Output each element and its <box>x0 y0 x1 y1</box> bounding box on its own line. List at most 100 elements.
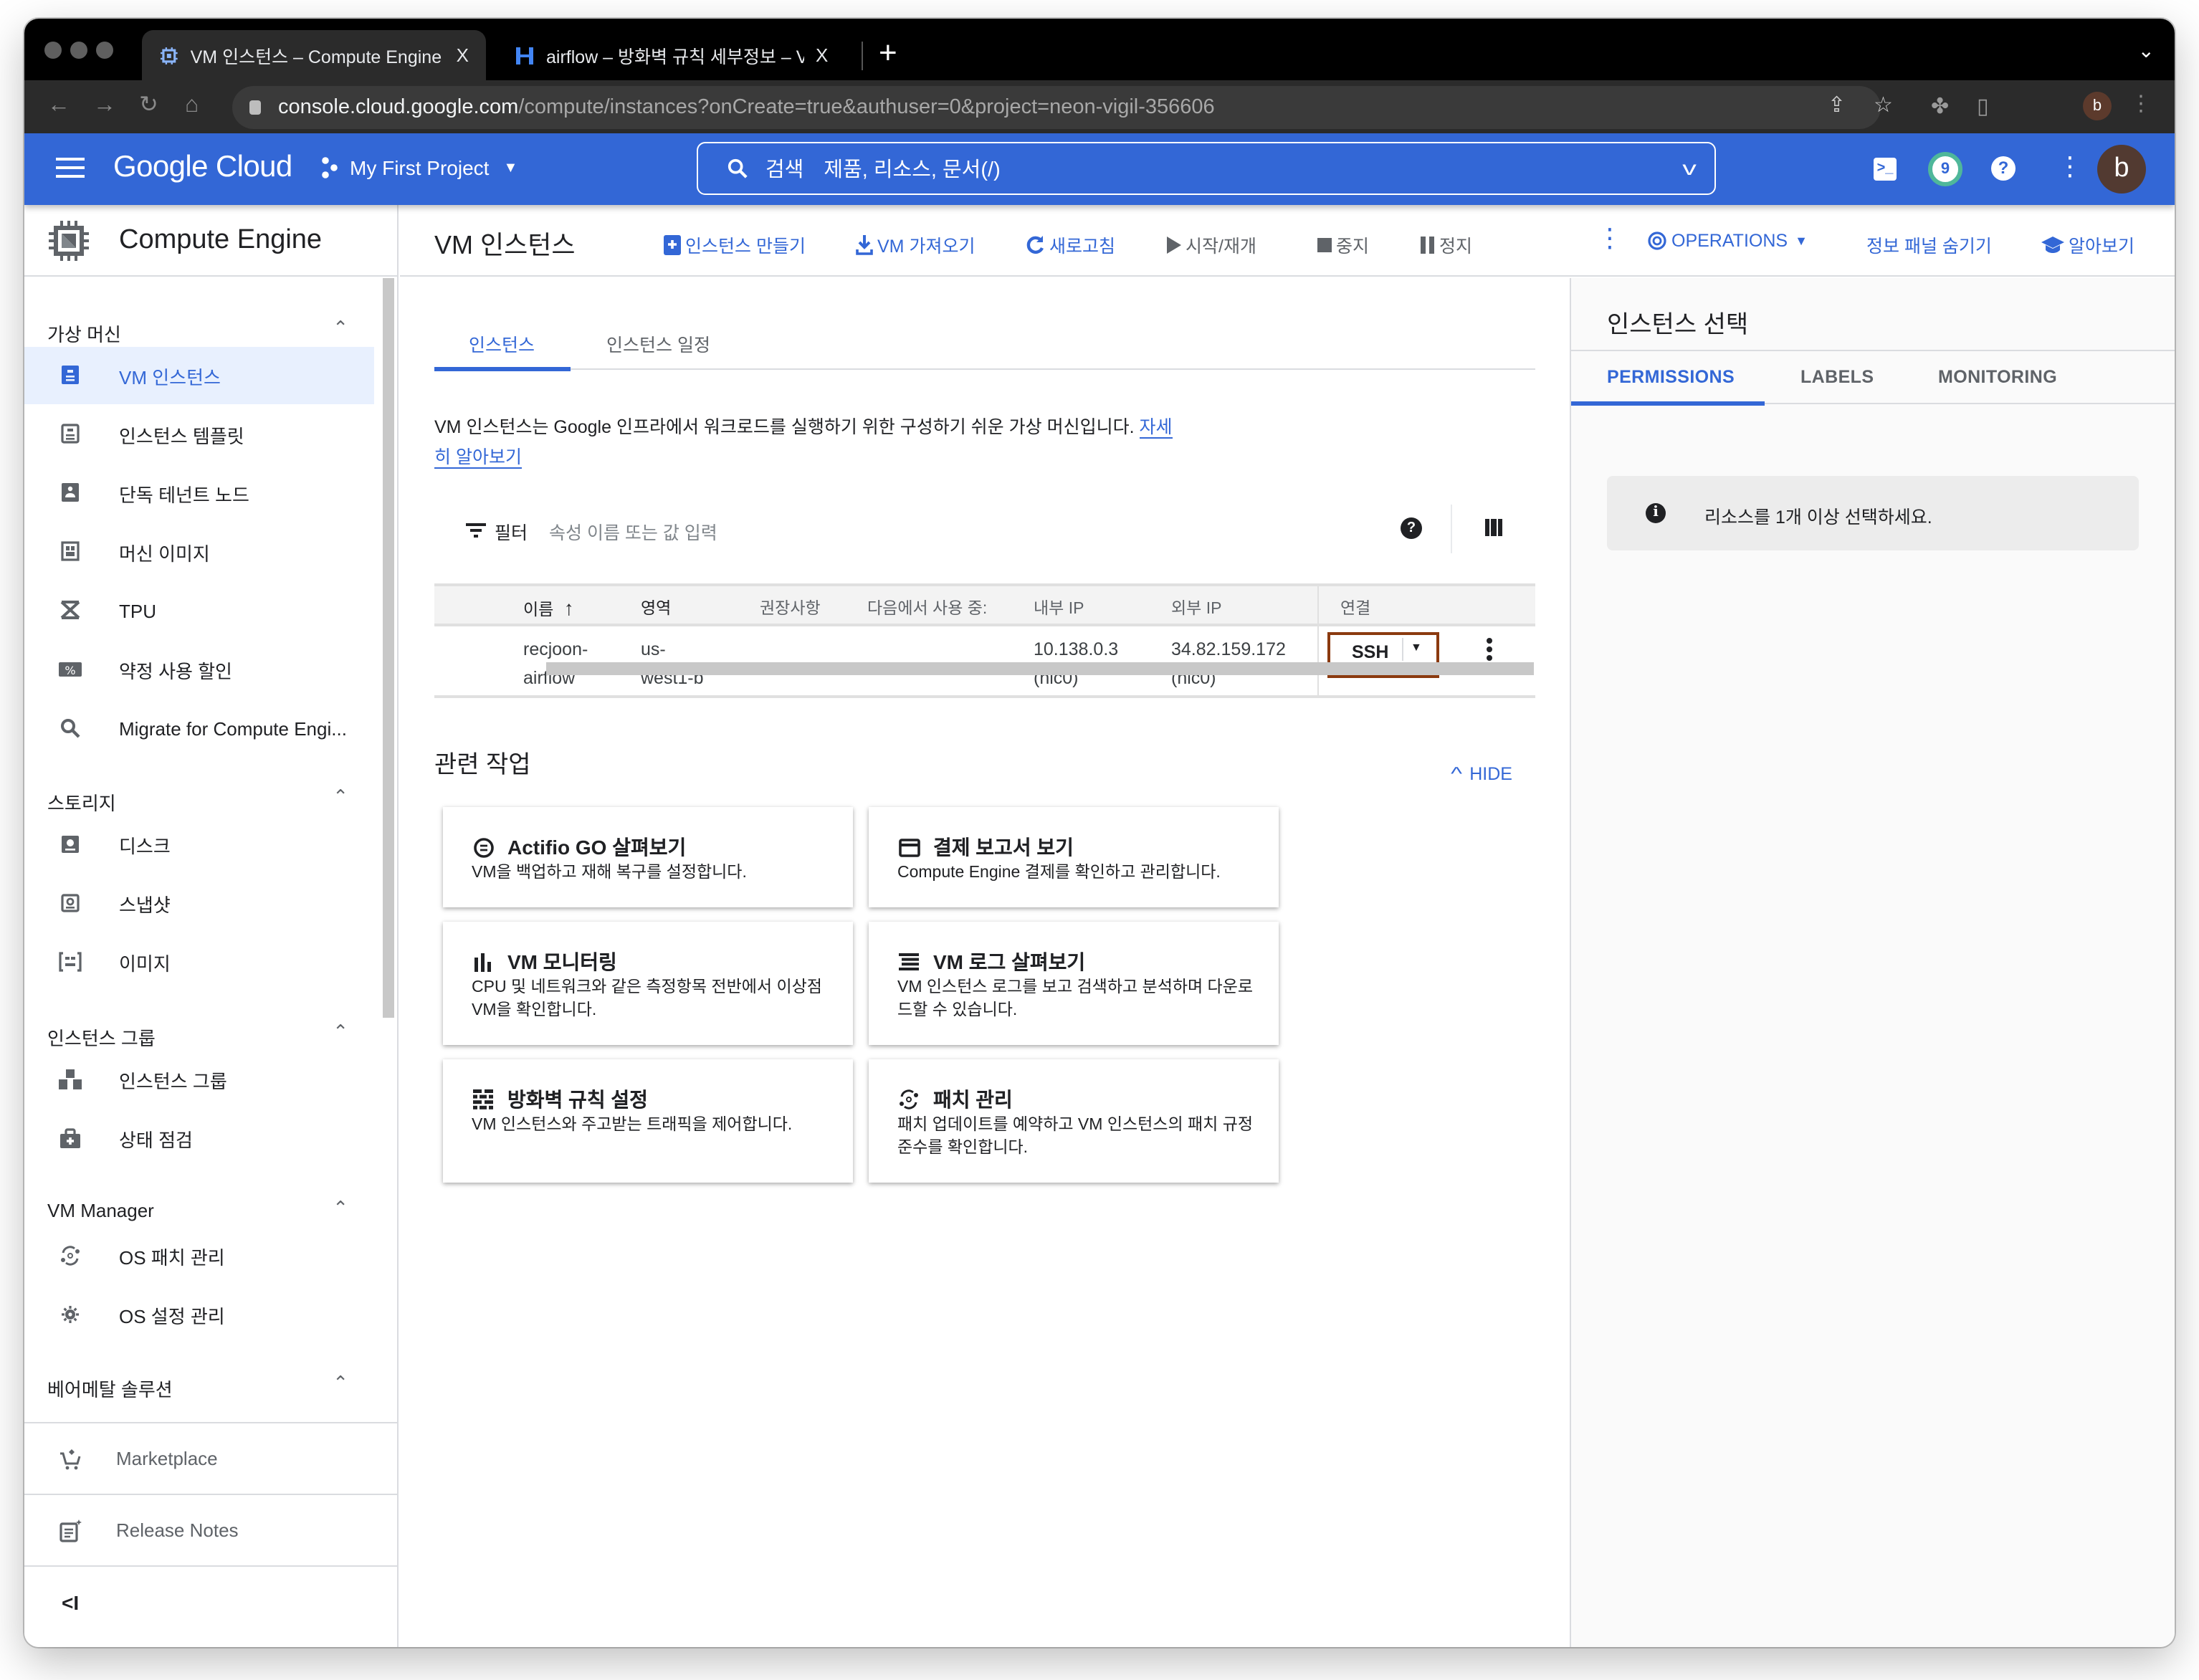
related-card-monitoring[interactable]: VM 모니터링 CPU 및 네트워크와 같은 측정항목 전반에서 이상점 VM을… <box>443 922 853 1045</box>
sidebar-item-snapshots[interactable]: 스냅샷 <box>24 874 374 932</box>
section-instance-groups[interactable]: 인스턴스 그룹 ⌃ <box>47 1021 348 1051</box>
main-menu-icon[interactable] <box>56 158 85 178</box>
related-card-billing[interactable]: 결제 보고서 보기 Compute Engine 결제를 확인하고 관리합니다. <box>869 807 1279 907</box>
address-bar[interactable]: console.cloud.google.com/compute/instanc… <box>232 86 1881 129</box>
suspend-button[interactable]: 정지 <box>1421 231 1472 258</box>
notifications-badge[interactable]: 9 <box>1928 152 1962 186</box>
learn-button[interactable]: 알아보기 <box>2041 231 2134 258</box>
row-actions-icon[interactable] <box>1487 638 1492 664</box>
column-display-options-icon[interactable] <box>1485 519 1502 536</box>
related-card-firewall[interactable]: 방화벽 규칙 설정 VM 인스턴스와 주고받는 트래픽을 제어합니다. <box>443 1059 853 1183</box>
browser-profile-avatar[interactable]: b <box>2083 92 2112 120</box>
sidebar-item-health-checks[interactable]: 상태 점검 <box>24 1109 374 1167</box>
sidebar-scrollbar[interactable] <box>383 278 394 1018</box>
tab-permissions[interactable]: PERMISSIONS <box>1607 367 1735 387</box>
maximize-window-button[interactable] <box>96 42 113 59</box>
import-vm-button[interactable]: VM 가져오기 <box>856 231 975 258</box>
chevron-up-icon[interactable]: ⌃ <box>333 1197 348 1220</box>
chevron-up-icon[interactable]: ⌃ <box>333 317 348 340</box>
table-horizontal-scrollbar[interactable] <box>546 662 1534 675</box>
product-title[interactable]: Compute Engine <box>24 205 397 277</box>
home-icon[interactable]: ⌂ <box>185 93 199 119</box>
column-header-in-use-by[interactable]: 다음에서 사용 중: <box>867 596 987 619</box>
chevron-up-icon[interactable]: ⌃ <box>333 1021 348 1044</box>
release-notes-link[interactable]: Release Notes <box>24 1494 399 1565</box>
tab-instances[interactable]: 인스턴스 <box>469 330 535 357</box>
learn-more-link[interactable]: 자세 <box>1139 417 1173 439</box>
sidebar-item-images[interactable]: 이미지 <box>24 933 374 991</box>
bookmark-star-icon[interactable]: ☆ <box>1874 92 1893 118</box>
related-card-actifio[interactable]: Actifio GO 살펴보기 VM을 백업하고 재해 복구를 설정합니다. <box>443 807 853 907</box>
sidebar-item-migrate-for-compute-engine[interactable]: Migrate for Compute Engi... <box>24 700 374 757</box>
side-panel-icon[interactable]: ▯ <box>1977 93 1989 119</box>
tab-instance-schedules[interactable]: 인스턴스 일정 <box>606 330 710 357</box>
chevron-up-icon[interactable]: ⌃ <box>333 1372 348 1395</box>
hide-info-panel-button[interactable]: 정보 패널 숨기기 <box>1866 231 1992 258</box>
settings-icon <box>59 1303 82 1326</box>
minimize-window-button[interactable] <box>70 42 87 59</box>
sidebar-item-sole-tenant-nodes[interactable]: 단독 테넌트 노드 <box>24 464 374 522</box>
section-bare-metal-solution[interactable]: 베어메탈 솔루션 ⌃ <box>47 1372 348 1402</box>
related-card-patch[interactable]: 패치 관리 패치 업데이트를 예약하고 VM 인스턴스의 패치 규정 준수를 확… <box>869 1059 1279 1183</box>
help-icon[interactable]: ? <box>1991 156 2016 181</box>
sort-ascending-icon[interactable]: ↑ <box>564 596 574 619</box>
chevron-up-icon[interactable]: ⌃ <box>333 786 348 808</box>
account-avatar[interactable]: b <box>2097 145 2146 194</box>
column-header-recommendations[interactable]: 권장사항 <box>760 596 821 619</box>
google-cloud-logo[interactable]: Google Cloud <box>113 151 292 185</box>
stop-button[interactable]: 중지 <box>1317 231 1369 258</box>
column-header-connect[interactable]: 연결 <box>1340 596 1370 619</box>
sidebar-item-os-config-management[interactable]: OS 설정 관리 <box>24 1286 374 1343</box>
sidebar-item-disks[interactable]: 디스크 <box>24 816 374 873</box>
create-instance-button[interactable]: 인스턴스 만들기 <box>664 231 806 258</box>
collapse-sidebar-button[interactable]: <I <box>24 1565 399 1637</box>
close-tab-icon[interactable]: X <box>816 44 828 66</box>
tab-labels[interactable]: LABELS <box>1800 367 1874 387</box>
hide-related-button[interactable]: ^ HIDE <box>1451 763 1512 784</box>
browser-tab-airflow[interactable]: airflow – 방화벽 규칙 세부정보 – V X <box>497 30 856 80</box>
close-tab-icon[interactable]: X <box>457 44 469 66</box>
browser-menu-icon[interactable]: ⋮ <box>2130 90 2152 116</box>
related-card-logs[interactable]: VM 로그 살펴보기 VM 인스턴스 로그를 보고 검색하고 분석하며 다운로드… <box>869 922 1279 1045</box>
filter-help-icon[interactable]: ? <box>1401 517 1422 539</box>
chevron-down-icon[interactable]: v <box>1682 156 1697 179</box>
sidebar-item-instance-groups[interactable]: 인스턴스 그룹 <box>24 1051 374 1108</box>
column-header-internal-ip[interactable]: 내부 IP <box>1034 596 1084 619</box>
operations-button[interactable]: OPERATIONS ▼ <box>1647 231 1808 251</box>
column-header-external-ip[interactable]: 외부 IP <box>1171 596 1221 619</box>
tab-search-button[interactable]: ⌄ <box>2138 39 2155 63</box>
column-header-name[interactable]: 이름 ↑ <box>523 596 574 621</box>
project-picker[interactable]: My First Project ▼ <box>320 156 517 179</box>
start-resume-button[interactable]: 시작/재개 <box>1167 231 1256 258</box>
refresh-button[interactable]: 새로고침 <box>1025 231 1115 258</box>
filter-input[interactable]: 속성 이름 또는 값 입력 <box>549 517 717 545</box>
more-options-icon[interactable]: ⋮ <box>2057 152 2083 181</box>
search-input[interactable]: 검색 제품, 리소스, 문서(/) v <box>697 142 1716 195</box>
extensions-icon[interactable]: ✤ <box>1931 93 1949 119</box>
learn-more-link-continued[interactable]: 히 알아보기 <box>434 447 522 469</box>
back-icon[interactable]: ← <box>47 93 70 119</box>
forward-icon[interactable]: → <box>93 93 116 119</box>
browser-tab-compute-engine[interactable]: VM 인스턴스 – Compute Engine X <box>142 30 486 80</box>
sidebar-item-tpu[interactable]: TPU <box>24 582 374 639</box>
sidebar-item-vm-instances[interactable]: VM 인스턴스 <box>24 347 374 404</box>
sidebar-item-instance-templates[interactable]: 인스턴스 템플릿 <box>24 406 374 463</box>
share-icon[interactable]: ⇪ <box>1828 92 1846 118</box>
column-header-zone[interactable]: 영역 <box>641 596 671 619</box>
new-tab-button[interactable]: + <box>879 35 897 70</box>
cloud-shell-icon[interactable]: >_ <box>1874 158 1897 181</box>
section-vm-manager[interactable]: VM Manager ⌃ <box>47 1197 348 1221</box>
tab-monitoring[interactable]: MONITORING <box>1938 367 2057 387</box>
more-actions-icon[interactable]: ⋮ <box>1597 224 1623 252</box>
section-storage[interactable]: 스토리지 ⌃ <box>47 786 348 816</box>
close-window-button[interactable] <box>44 42 62 59</box>
section-virtual-machines[interactable]: 가상 머신 ⌃ <box>47 317 348 347</box>
marketplace-link[interactable]: Marketplace <box>24 1422 399 1494</box>
release-notes-label: Release Notes <box>116 1519 239 1541</box>
sidebar-item-os-patch-management[interactable]: OS 패치 관리 <box>24 1227 374 1284</box>
reload-icon[interactable]: ↻ <box>139 93 158 119</box>
sidebar-item-machine-images[interactable]: 머신 이미지 <box>24 523 374 581</box>
sidebar-item-label: 인스턴스 템플릿 <box>119 425 244 447</box>
ssh-dropdown-icon[interactable]: ▼ <box>1411 641 1422 654</box>
sidebar-item-committed-use-discounts[interactable]: % 약정 사용 할인 <box>24 641 374 698</box>
